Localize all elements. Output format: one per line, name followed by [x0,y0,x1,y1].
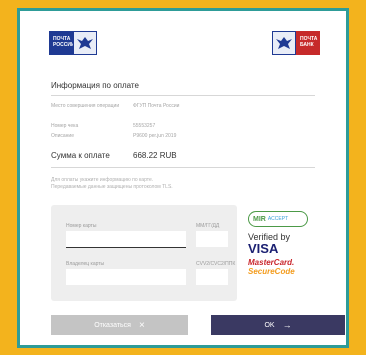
sum-value: 668.22 RUB [133,151,177,160]
info-label: Место совершения операции [51,103,120,109]
mir-accept-logo: MIR ACCEPT [248,211,308,227]
cancel-button-label: Отказаться [94,321,131,329]
info-label: Номер чека [51,123,79,129]
sum-label: Сумма к оплате [51,151,110,160]
info-value: 55553257 [133,123,156,129]
info-value: ФГУП Почта России [133,103,180,109]
page-frame: ПОЧТА РОССИИ ПОЧТА БАНК Информация по оп… [17,8,349,348]
info-row-description: Описание P9600 per.jun 2019 [51,133,176,139]
info-value: P9600 per.jun 2019 [133,133,177,139]
logo-text-line: РОССИИ [53,42,75,48]
expiry-label: ММ/ГГ/ДД [196,223,220,229]
info-row-merchant: Место совершения операции ФГУП Почта Рос… [51,103,179,109]
divider [51,167,315,168]
eagle-emblem-icon [73,31,97,55]
arrow-right-icon: → [282,320,292,330]
card-number-underline [66,247,186,248]
pochta-bank-logo-text: ПОЧТА БАНК [296,31,320,55]
eagle-emblem-icon [272,31,296,55]
pochta-rossii-logo-text: ПОЧТА РОССИИ [49,31,75,55]
info-label: Описание [51,133,75,139]
cvv-input[interactable] [196,269,228,285]
card-number-label: Номер карты [66,223,97,229]
cardholder-input[interactable] [66,269,186,285]
note-line: Для оплаты укажите информацию по карте. [51,177,154,183]
mir-accept-text: ACCEPT [267,216,289,222]
mir-text: MIR [253,215,266,223]
payment-card: ПОЧТА РОССИИ ПОЧТА БАНК Информация по оп… [20,11,346,345]
ok-button-label: OK [264,321,275,329]
note-line: Передаваемые данные защищены протоколом … [51,184,173,190]
info-row-receipt: Номер чека 55553257 [51,123,155,129]
expiry-input[interactable] [196,231,228,247]
security-note: Для оплаты укажите информацию по карте. … [51,177,271,191]
pochta-bank-logo: ПОЧТА БАНК [272,31,320,55]
logo-text-line: БАНК [300,42,314,48]
payment-brands: MIR ACCEPT Verified by VISA MasterCard. … [248,211,318,276]
cvv-label: CVV2/CVC2/ППК [196,261,236,267]
securecode-logo: SecureCode [248,267,295,276]
card-number-input[interactable] [66,231,186,247]
pochta-rossii-logo: ПОЧТА РОССИИ [49,31,97,55]
cancel-button[interactable]: Отказаться × [51,315,188,335]
payment-info-title: Информация по оплате [51,81,139,90]
visa-logo: VISA [248,241,279,256]
divider [51,95,315,96]
mastercard-logo: MasterCard. [248,258,295,267]
ok-button[interactable]: OK → [211,315,345,335]
card-form: Номер карты ММ/ГГ/ДД Владелец карты CVV2… [51,205,237,301]
cardholder-label: Владелец карты [66,261,105,267]
close-icon: × [138,319,145,331]
